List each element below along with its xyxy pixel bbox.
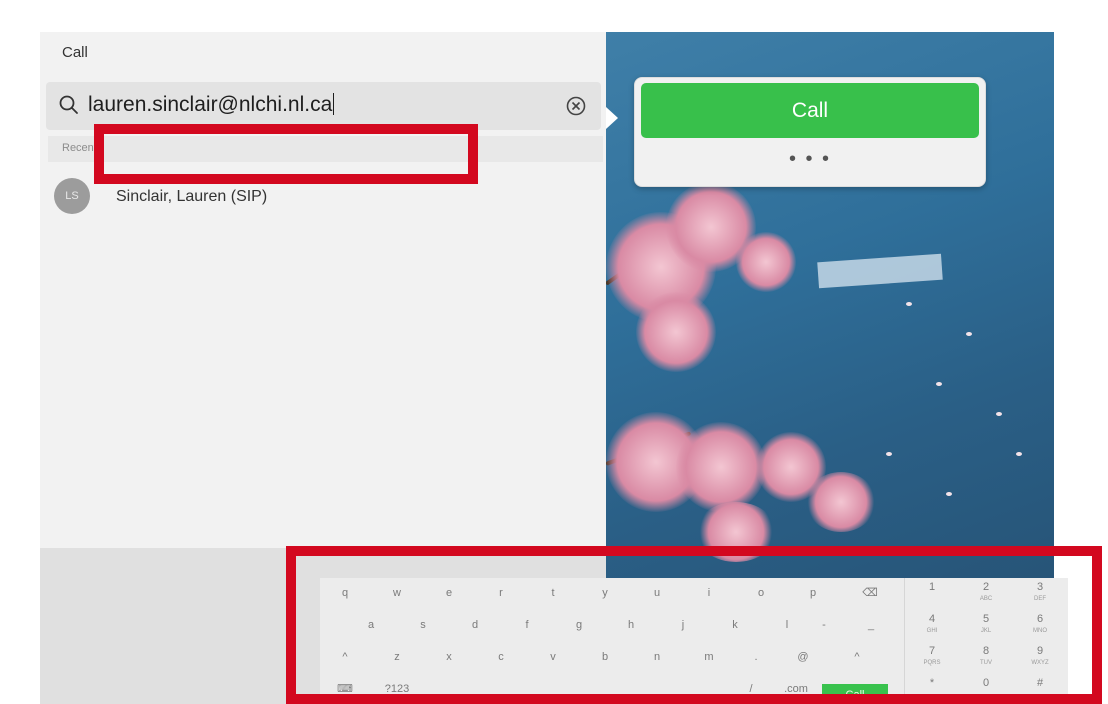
highlight-box-recents <box>94 124 478 184</box>
highlight-box-keyboard <box>286 546 1102 704</box>
call-button[interactable]: Call <box>641 83 979 138</box>
search-icon <box>58 94 80 121</box>
search-input-value: lauren.sinclair@nlchi.nl.ca <box>88 93 335 116</box>
search-input[interactable]: lauren.sinclair@nlchi.nl.ca <box>46 82 601 130</box>
more-options-button[interactable]: • • • <box>641 144 979 182</box>
call-popover: Call • • • <box>634 77 986 187</box>
contact-name: Sinclair, Lauren (SIP) <box>116 188 268 205</box>
panel-title: Call <box>62 44 88 61</box>
clear-search-icon[interactable] <box>565 95 587 122</box>
avatar: LS <box>54 178 90 214</box>
popover-pointer <box>606 107 618 129</box>
call-panel: Call lauren.sinclair@nlchi.nl.ca Recents… <box>40 32 606 548</box>
